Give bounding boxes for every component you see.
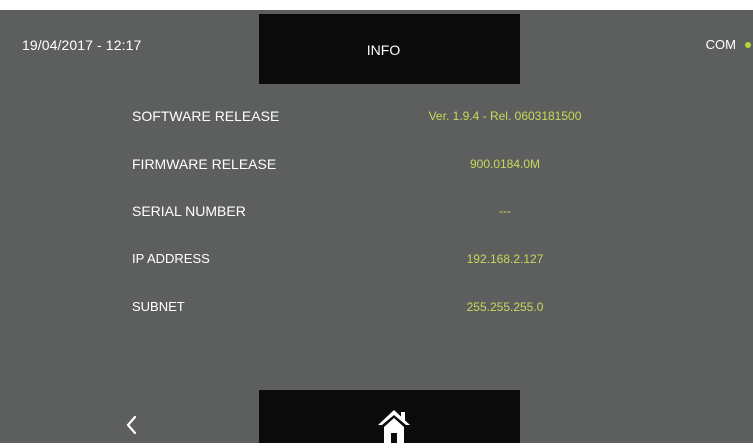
info-row-firmware-release: FIRMWARE RELEASE 900.0184.0M [0,156,753,178]
serial-number-label: SERIAL NUMBER [132,203,246,219]
info-row-serial-number: SERIAL NUMBER --- [0,203,753,225]
subnet-label: SUBNET [132,299,185,314]
software-release-label: SOFTWARE RELEASE [132,108,280,124]
ip-address-value: 192.168.2.127 [466,252,544,266]
firmware-release-value: 900.0184.0M [469,157,541,171]
com-status-indicator [745,41,751,48]
info-row-software-release: SOFTWARE RELEASE Ver. 1.9.4 - Rel. 06031… [0,108,753,130]
software-release-value: Ver. 1.9.4 - Rel. 0603181500 [428,109,582,123]
bottom-bar [259,390,520,443]
ip-address-label: IP ADDRESS [132,251,210,266]
page-title: INFO [366,42,401,58]
com-label: COM [705,37,736,52]
com-status: COM [706,37,753,52]
back-button[interactable] [122,412,142,438]
datetime-display: 19/04/2017 - 12:17 [22,37,142,53]
serial-number-value: --- [499,204,511,218]
info-screen: 19/04/2017 - 12:17 INFO COM SOFTWARE REL… [0,10,753,443]
title-tab: INFO [259,14,520,84]
info-row-ip-address: IP ADDRESS 192.168.2.127 [0,251,753,273]
firmware-release-label: FIRMWARE RELEASE [132,156,277,172]
subnet-value: 255.255.255.0 [466,300,544,314]
chevron-left-icon [126,415,137,435]
home-button[interactable] [377,408,411,443]
home-icon [378,410,410,443]
info-row-subnet: SUBNET 255.255.255.0 [0,299,753,321]
